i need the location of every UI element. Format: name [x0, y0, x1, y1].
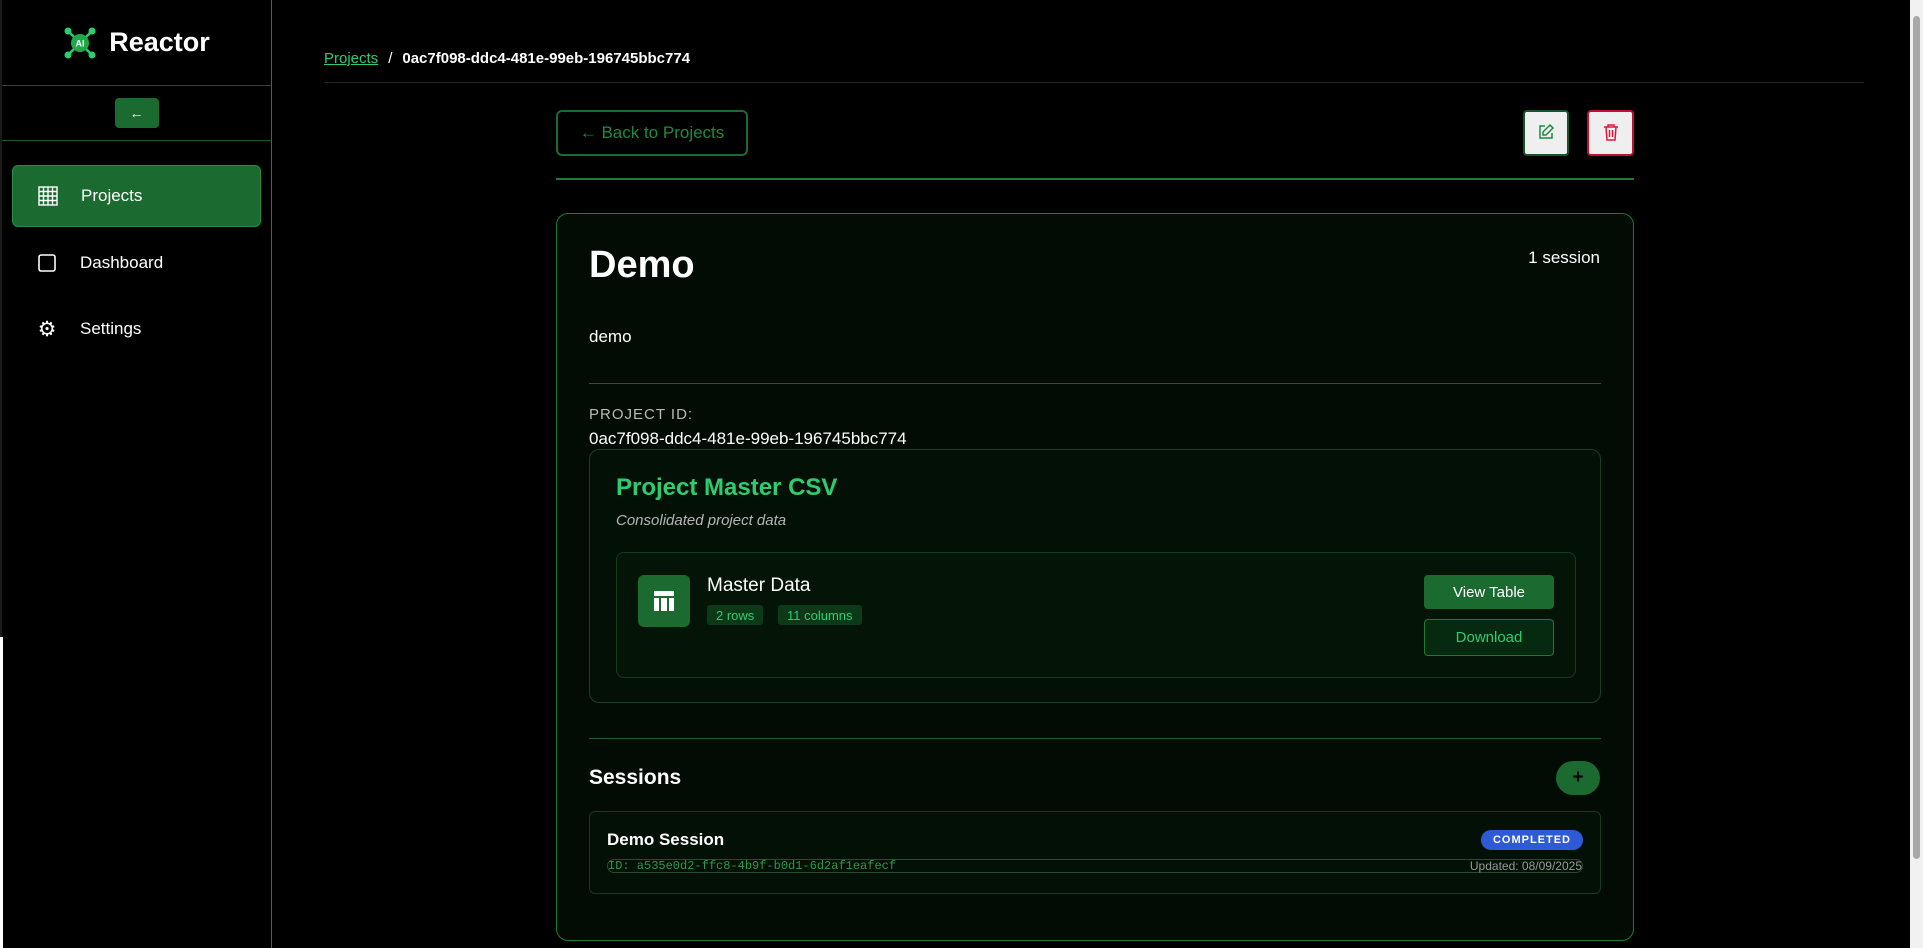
project-id-label: PROJECT ID: — [589, 406, 694, 423]
edit-project-button[interactable] — [1523, 110, 1569, 156]
breadcrumb-current: 0ac7f098-ddc4-481e-99eb-196745bbc774 — [402, 50, 691, 67]
collapse-row: ← — [2, 86, 271, 141]
sessions-heading: Sessions — [589, 766, 682, 789]
svg-text:AI: AI — [76, 38, 85, 48]
divider — [589, 383, 1601, 384]
breadcrumb-projects-link[interactable]: Projects — [324, 50, 378, 67]
master-csv-panel: Project Master CSV Consolidated project … — [589, 449, 1601, 703]
grid-icon — [37, 185, 59, 207]
download-button[interactable]: Download — [1424, 619, 1554, 656]
divider — [589, 738, 1601, 739]
session-updated: Updated: 08/09/2025 — [1469, 859, 1582, 873]
columns-badge: 11 columns — [778, 605, 862, 625]
view-table-button[interactable]: View Table — [1424, 575, 1554, 609]
collapse-sidebar-button[interactable]: ← — [114, 98, 159, 128]
session-name: Demo Session — [607, 830, 725, 849]
sidebar-item-label: Projects — [81, 186, 143, 205]
toolbar-divider — [556, 178, 1634, 180]
scrollbar-thumb[interactable] — [1913, 16, 1920, 859]
delete-project-button[interactable] — [1587, 110, 1634, 156]
sidebar: AI Reactor ← Projects Dashboard ⚙ Settin… — [0, 0, 272, 948]
master-data-item: Master Data 2 rows 11 columns View Table… — [616, 552, 1576, 678]
trash-icon — [1603, 123, 1619, 144]
sidebar-item-settings[interactable]: ⚙ Settings — [12, 299, 261, 359]
session-id: ID: a535e0d2-ffc8-4b9f-b0d1-6d2af1eafecf — [608, 859, 897, 873]
master-csv-title: Project Master CSV — [616, 474, 838, 501]
project-description: demo — [589, 327, 632, 346]
back-to-projects-button[interactable]: ← Back to Projects — [556, 110, 748, 156]
breadcrumb-separator: / — [388, 50, 393, 67]
session-meta: ID: a535e0d2-ffc8-4b9f-b0d1-6d2af1eafecf… — [607, 859, 1583, 873]
square-icon — [36, 252, 58, 274]
project-title: Demo — [589, 244, 695, 286]
status-badge: COMPLETED — [1480, 830, 1583, 850]
dataset-name: Master Data — [707, 575, 811, 596]
add-session-button[interactable]: + — [1556, 761, 1600, 795]
sidebar-item-label: Settings — [80, 319, 142, 338]
table-icon — [638, 575, 690, 627]
edit-icon — [1537, 123, 1555, 144]
master-csv-subtitle: Consolidated project data — [616, 512, 787, 529]
rows-badge: 2 rows — [707, 605, 764, 625]
session-count: 1 session — [1528, 248, 1600, 267]
project-id-value: 0ac7f098-ddc4-481e-99eb-196745bbc774 — [589, 429, 907, 448]
ai-logo-icon: AI — [63, 26, 97, 60]
window-edge — [0, 637, 3, 948]
sidebar-nav: Projects Dashboard ⚙ Settings — [2, 141, 271, 359]
gear-icon: ⚙ — [37, 317, 57, 341]
session-item[interactable]: Demo Session COMPLETED ID: a535e0d2-ffc8… — [589, 811, 1601, 894]
sidebar-item-dashboard[interactable]: Dashboard — [12, 233, 261, 293]
project-card: Demo 1 session demo PROJECT ID: 0ac7f098… — [556, 213, 1634, 941]
app-title: Reactor — [109, 27, 210, 57]
brand: AI Reactor — [2, 0, 271, 86]
breadcrumb: Projects / 0ac7f098-ddc4-481e-99eb-19674… — [324, 50, 690, 67]
scrollbar[interactable] — [1910, 0, 1923, 948]
sidebar-item-label: Dashboard — [80, 253, 164, 272]
header-divider — [324, 82, 1864, 83]
sidebar-item-projects[interactable]: Projects — [12, 165, 261, 227]
